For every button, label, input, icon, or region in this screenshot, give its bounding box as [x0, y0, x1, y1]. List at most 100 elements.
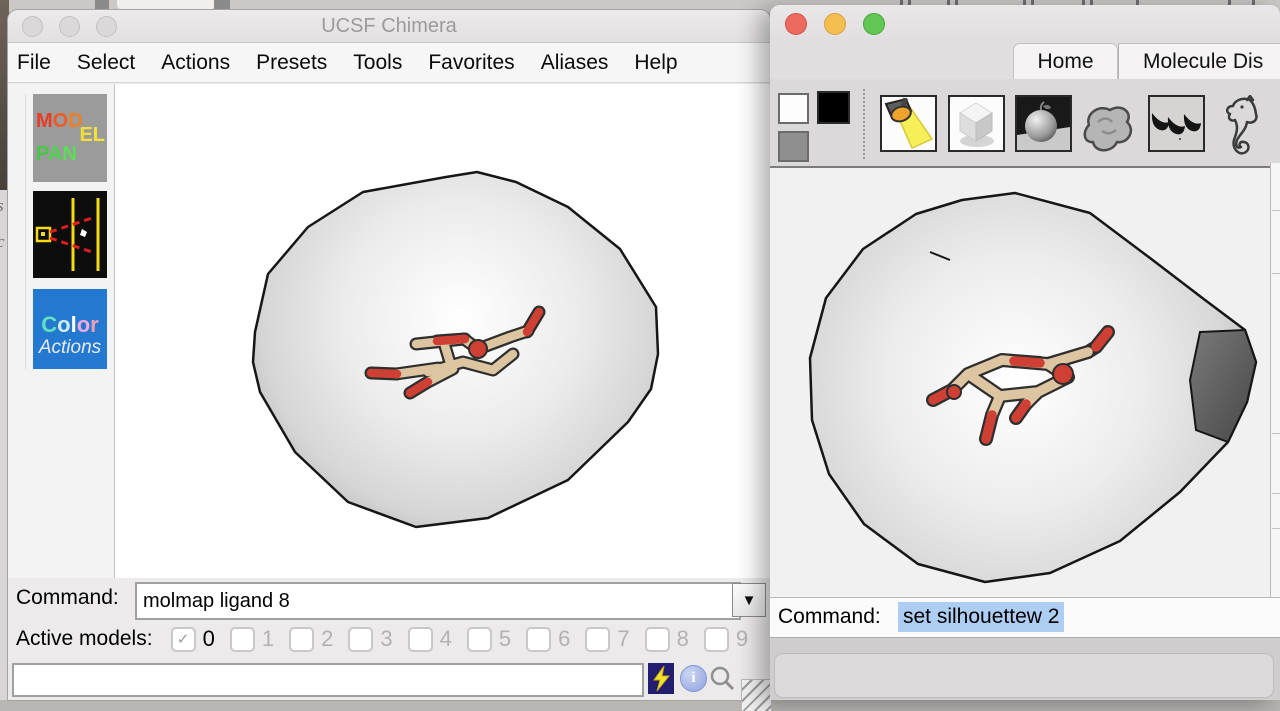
bottom-inner-panel — [774, 653, 1274, 698]
menu-aliases[interactable]: Aliases — [541, 51, 609, 75]
close-button[interactable] — [785, 13, 807, 35]
bottom-bar — [770, 637, 1280, 700]
tab-home[interactable]: Home — [1013, 43, 1118, 79]
model-9-checkbox[interactable] — [704, 627, 729, 652]
background-gray-button[interactable] — [778, 131, 809, 162]
model-4-checkbox[interactable] — [408, 627, 433, 652]
background-window-fragment — [117, 0, 215, 9]
model-7-checkbox[interactable] — [585, 627, 610, 652]
model-0-checkbox[interactable]: ✓ — [171, 627, 196, 652]
model-1-label: 1 — [262, 626, 274, 652]
model-panel-letter: O — [53, 110, 69, 132]
menu-presets[interactable]: Presets — [256, 51, 327, 75]
chimera-3d-viewport[interactable] — [115, 84, 770, 578]
chimera-titlebar[interactable]: UCSF Chimera — [8, 10, 770, 43]
background-window-fragment — [95, 0, 109, 10]
menu-tools[interactable]: Tools — [353, 51, 402, 75]
zoom-button[interactable] — [863, 13, 885, 35]
minimize-button[interactable] — [824, 13, 846, 35]
background-white-button[interactable] — [778, 93, 809, 124]
info-icon[interactable]: i — [680, 665, 707, 692]
command-history-dropdown-button[interactable]: ▼ — [732, 583, 766, 617]
lightning-icon — [648, 663, 674, 694]
command-input-selected-text[interactable]: set silhouettew 2 — [898, 602, 1064, 632]
panel-divider — [1272, 273, 1280, 274]
soft-lighting-button[interactable] — [948, 95, 1005, 152]
menu-select[interactable]: Select — [77, 51, 135, 75]
model-5-checkbox[interactable] — [467, 627, 492, 652]
graphics-toolbar — [770, 79, 1280, 168]
chimera-window: UCSF Chimera File Select Actions Presets… — [8, 10, 770, 700]
color-actions-button[interactable]: Color Actions — [33, 289, 107, 369]
color-letter: r — [90, 312, 99, 337]
model-8-checkbox[interactable] — [645, 627, 670, 652]
active-models-label: Active models: — [16, 627, 153, 651]
status-input[interactable] — [12, 663, 644, 697]
check-icon: ✓ — [177, 630, 190, 648]
toolbar-tab-row: Home Molecule Dis — [770, 42, 1280, 79]
toolbar-separator — [863, 89, 865, 159]
background-cut-letter: s — [0, 196, 4, 216]
window-title: UCSF Chimera — [8, 15, 770, 38]
model-panel-letter: L — [93, 124, 105, 146]
model-8-label: 8 — [677, 626, 689, 652]
chimerax-titlebar[interactable] — [770, 5, 1280, 42]
command-row: Command: set silhouettew 2 — [770, 597, 1280, 637]
model-panel-letter: E — [79, 124, 92, 146]
chimerax-3d-viewport[interactable] — [770, 168, 1280, 597]
active-models-row: Active models: ✓ 0 1 2 3 4 5 6 7 8 9 — [8, 622, 770, 656]
tab-molecule-display[interactable]: Molecule Dis — [1118, 43, 1280, 79]
menu-help[interactable]: Help — [634, 51, 677, 75]
background-cut-letter: c — [0, 232, 5, 252]
model-1-checkbox[interactable] — [230, 627, 255, 652]
simple-lighting-button[interactable] — [880, 95, 937, 152]
panel-divider — [1272, 210, 1280, 211]
menu-favorites[interactable]: Favorites — [428, 51, 514, 75]
chimera-main-area: MOD EL PAN — [8, 84, 770, 578]
lightning-button[interactable] — [648, 663, 674, 694]
menu-actions[interactable]: Actions — [161, 51, 230, 75]
command-input[interactable]: molmap ligand 8 — [135, 582, 741, 620]
full-lighting-button[interactable] — [1015, 95, 1072, 152]
model-panel-letter: M — [36, 110, 53, 132]
model-panel-letter: A — [48, 143, 62, 165]
model-7-label: 7 — [617, 626, 629, 652]
seahorse-silhouette-button[interactable] — [1220, 95, 1264, 157]
panel-divider — [1272, 528, 1280, 529]
background-black-button[interactable] — [817, 91, 850, 124]
background-window-fragment — [214, 0, 230, 10]
panel-divider — [1272, 433, 1280, 434]
favorites-sidebar: MOD EL PAN — [8, 84, 115, 578]
density-surface-scene — [115, 84, 770, 578]
model-3-checkbox[interactable] — [348, 627, 373, 652]
spotlight-icon — [882, 97, 935, 150]
color-letter: o — [77, 312, 90, 337]
model-0-label: 0 — [203, 626, 215, 652]
chimera-menubar: File Select Actions Presets Tools Favori… — [8, 43, 770, 83]
dark-facet — [1190, 330, 1256, 442]
model-6-checkbox[interactable] — [526, 627, 551, 652]
model-2-checkbox[interactable] — [289, 627, 314, 652]
command-label: Command: — [16, 586, 119, 610]
flat-lighting-button[interactable] — [1079, 99, 1136, 156]
model-panel-letter: P — [36, 143, 48, 165]
magnifier-icon[interactable] — [708, 665, 736, 693]
command-label: Command: — [778, 605, 881, 629]
window-resize-grip[interactable] — [741, 679, 771, 711]
model-panel-button[interactable]: MOD EL PAN — [33, 94, 107, 182]
menu-file[interactable]: File — [17, 51, 51, 75]
tab-molecule-display-label: Molecule Dis — [1143, 50, 1263, 74]
color-letter: o — [57, 312, 70, 337]
color-letter: C — [41, 312, 57, 337]
info-glyph: i — [691, 670, 695, 687]
density-surface-scene — [770, 168, 1280, 597]
model-5-label: 5 — [499, 626, 511, 652]
color-actions-sub-label: Actions — [33, 337, 107, 359]
model-6-label: 6 — [558, 626, 570, 652]
cube-icon — [950, 97, 1003, 150]
side-view-button[interactable] — [33, 191, 107, 278]
silhouettes-button[interactable] — [1148, 95, 1205, 152]
dropdown-arrow-icon: ▼ — [742, 592, 757, 609]
model-4-label: 4 — [440, 626, 452, 652]
apple-icon — [1017, 97, 1070, 150]
